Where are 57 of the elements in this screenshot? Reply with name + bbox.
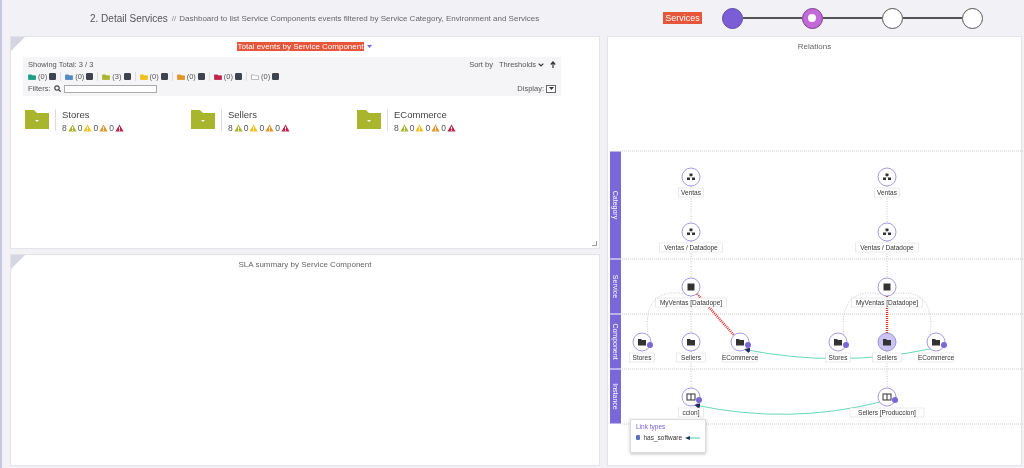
event-count: 8 [62, 123, 67, 133]
page-title: 2. Detail Services [90, 12, 168, 24]
event-count: 0 [409, 123, 415, 133]
component-name[interactable]: Stores [62, 109, 124, 120]
checkbox[interactable] [235, 73, 243, 80]
hierarchy-icon [883, 228, 891, 235]
panel-title[interactable]: Total events by Service Component [236, 41, 365, 51]
event-count: 0 [441, 123, 446, 133]
folder-icon [883, 339, 891, 346]
columns-icon [686, 393, 696, 401]
event-count: 0 [259, 123, 265, 133]
folder-icon [834, 339, 842, 346]
event-count: 0 [93, 123, 99, 133]
caret-icon[interactable] [366, 43, 374, 49]
event-count: 0 [425, 123, 431, 133]
columns-icon [882, 393, 892, 401]
checkbox[interactable] [86, 73, 94, 80]
event-count: 8 [228, 123, 233, 133]
hierarchy-icon [687, 228, 695, 235]
step-label: Services [663, 12, 702, 24]
search-field[interactable] [63, 84, 157, 93]
square-icon [883, 283, 891, 291]
square-icon [687, 283, 695, 291]
checkbox[interactable] [123, 73, 131, 80]
stepper-step[interactable] [881, 7, 903, 29]
chevron-icon [538, 62, 544, 67]
checkbox[interactable] [49, 73, 57, 80]
folder-icon [687, 339, 695, 346]
corner-fold [11, 255, 25, 269]
checkbox[interactable] [272, 73, 280, 80]
breadcrumb-separator: // [171, 13, 177, 23]
event-count: 0 [275, 123, 280, 133]
panel-title: SLA summary by Service Component [238, 259, 372, 269]
up-arrow-icon[interactable] [550, 61, 556, 68]
event-count: 0 [109, 123, 114, 133]
checkbox[interactable] [160, 73, 168, 80]
stepper-step[interactable] [721, 7, 743, 29]
component-name[interactable]: Sellers [228, 109, 290, 120]
display-dropdown[interactable] [546, 84, 556, 93]
folder-icon [932, 339, 940, 346]
page-description: Dashboard to list Service Components events filtered by Service Category, Environment and Services [179, 13, 540, 23]
caret-icon [548, 87, 554, 90]
hierarchy-icon [883, 173, 891, 180]
arrow-icon [685, 434, 700, 441]
checkbox[interactable] [197, 73, 205, 80]
search-icon [53, 85, 61, 92]
stepper-step[interactable] [961, 7, 983, 29]
folder-icon [736, 339, 744, 346]
event-count: 0 [77, 123, 83, 133]
event-count: 0 [243, 123, 249, 133]
checkbox[interactable] [636, 435, 641, 440]
component-name[interactable]: ECommerce [394, 109, 456, 120]
panel-title: Relations [797, 41, 832, 51]
event-count: 8 [394, 123, 399, 133]
folder-icon [638, 339, 646, 346]
hierarchy-icon [687, 173, 695, 180]
stepper-step[interactable] [801, 7, 823, 29]
